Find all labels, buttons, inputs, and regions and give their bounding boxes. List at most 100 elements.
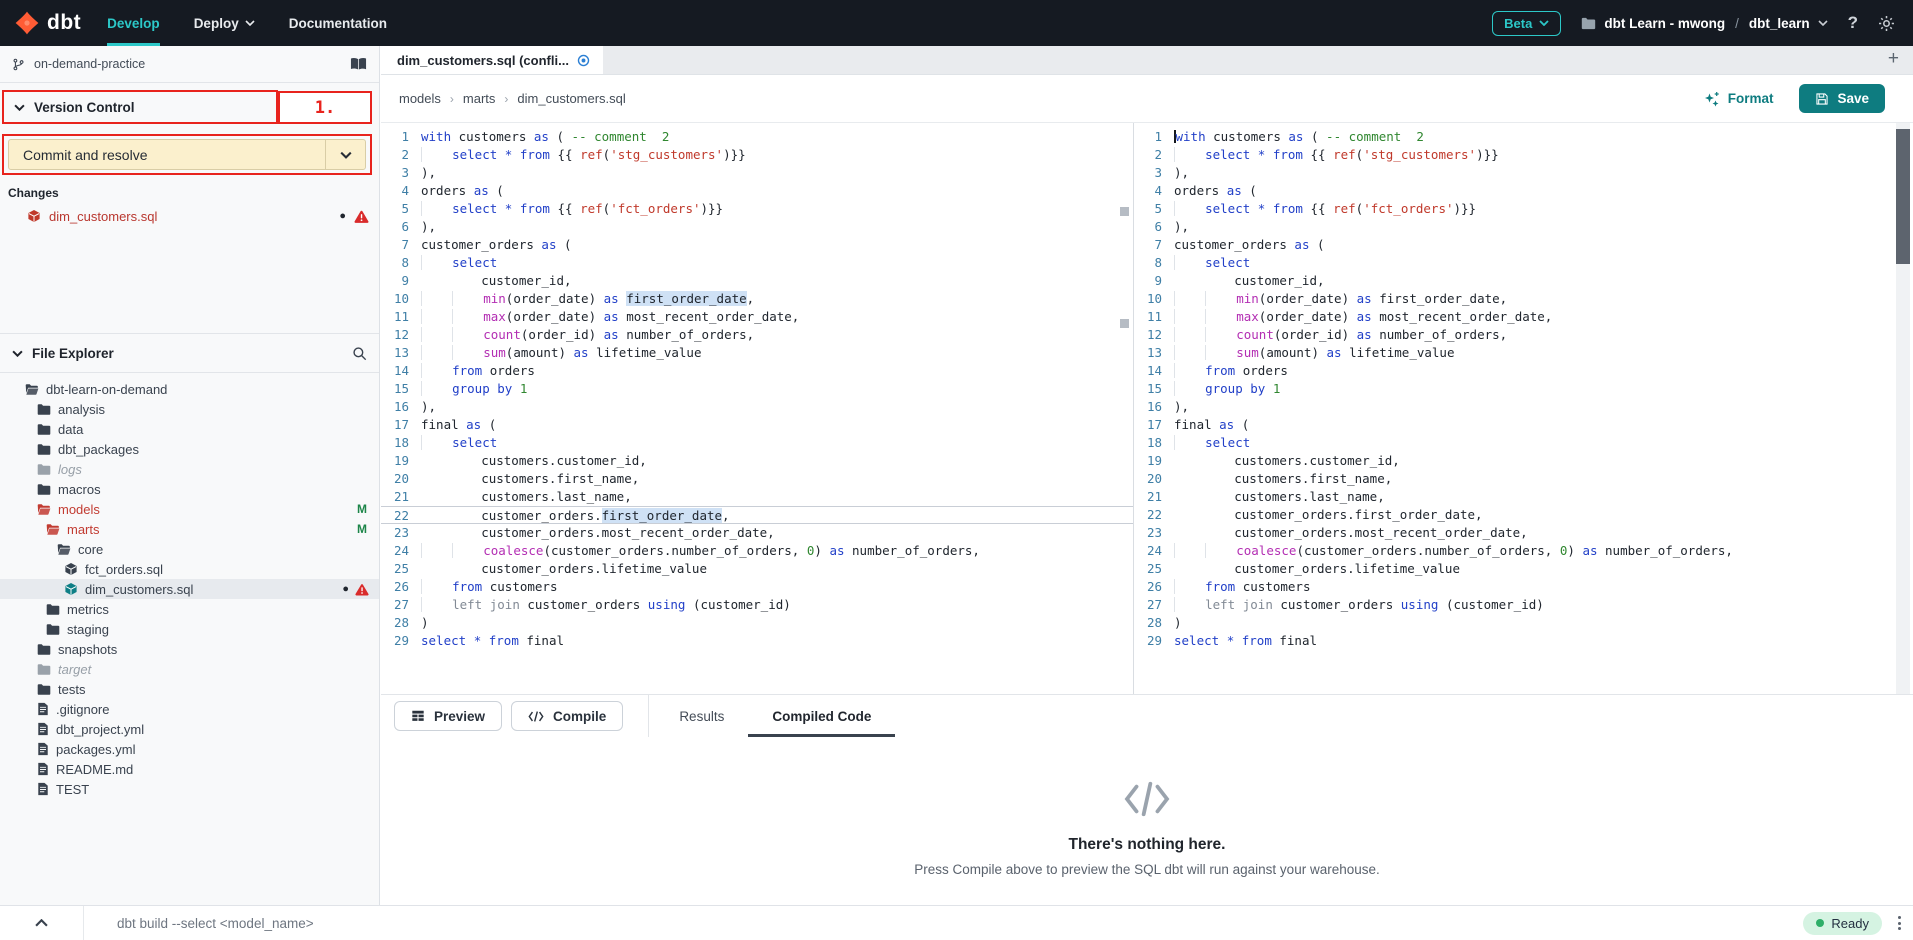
code-line-28[interactable]: 28): [381, 614, 1133, 632]
code-line-22[interactable]: 22 customer_orders.first_order_date,: [381, 506, 1133, 524]
preview-button[interactable]: Preview: [394, 701, 502, 731]
tree-item-metrics[interactable]: metrics: [0, 599, 379, 619]
code-line-5[interactable]: 5 select * from {{ ref('fct_orders')}}: [1134, 200, 1913, 218]
code-line-8[interactable]: 8 select: [381, 254, 1133, 272]
collapse-panel-button[interactable]: [0, 906, 84, 940]
tree-item-target[interactable]: target: [0, 659, 379, 679]
code-line-3[interactable]: 3),: [381, 164, 1133, 182]
code-line-16[interactable]: 16),: [1134, 398, 1913, 416]
tree-item-dbt-learn-on-demand[interactable]: dbt-learn-on-demand: [0, 379, 379, 399]
new-tab-button[interactable]: +: [1888, 48, 1899, 70]
code-line-10[interactable]: 10 min(order_date) as first_order_date,: [381, 290, 1133, 308]
code-line-8[interactable]: 8 select: [1134, 254, 1913, 272]
breadcrumb-marts[interactable]: marts: [463, 91, 496, 106]
tree-item-marts[interactable]: martsM: [0, 519, 379, 539]
code-line-29[interactable]: 29select * from final: [381, 632, 1133, 650]
search-icon[interactable]: [352, 346, 367, 361]
code-line-18[interactable]: 18 select: [381, 434, 1133, 452]
version-control-header[interactable]: Version Control: [2, 90, 278, 124]
code-line-25[interactable]: 25 customer_orders.lifetime_value: [1134, 560, 1913, 578]
code-line-24[interactable]: 24 coalesce(customer_orders.number_of_or…: [1134, 542, 1913, 560]
code-line-19[interactable]: 19 customers.customer_id,: [1134, 452, 1913, 470]
code-line-26[interactable]: 26 from customers: [381, 578, 1133, 596]
code-line-17[interactable]: 17final as (: [381, 416, 1133, 434]
code-line-27[interactable]: 27 left join customer_orders using (cust…: [1134, 596, 1913, 614]
compile-button[interactable]: Compile: [511, 701, 623, 731]
tree-item-dbt_packages[interactable]: dbt_packages: [0, 439, 379, 459]
breadcrumb-models[interactable]: models: [399, 91, 441, 106]
scrollbar-thumb[interactable]: [1896, 129, 1910, 264]
tree-item-README.md[interactable]: README.md: [0, 759, 379, 779]
code-line-28[interactable]: 28): [1134, 614, 1913, 632]
kebab-menu-icon[interactable]: [1898, 916, 1901, 930]
code-line-2[interactable]: 2 select * from {{ ref('stg_customers')}…: [1134, 146, 1913, 164]
code-line-23[interactable]: 23 customer_orders.most_recent_order_dat…: [1134, 524, 1913, 542]
beta-dropdown[interactable]: Beta: [1492, 11, 1561, 36]
code-line-4[interactable]: 4orders as (: [1134, 182, 1913, 200]
editor-pane-left[interactable]: 1with customers as ( -- comment 22 selec…: [381, 123, 1133, 694]
code-line-7[interactable]: 7customer_orders as (: [1134, 236, 1913, 254]
dbt-logo[interactable]: dbt: [0, 0, 107, 46]
tree-item-fct_orders.sql[interactable]: fct_orders.sql: [0, 559, 379, 579]
save-button[interactable]: Save: [1799, 84, 1885, 113]
nav-documentation[interactable]: Documentation: [289, 0, 387, 46]
tab-results[interactable]: Results: [655, 695, 748, 737]
code-line-22[interactable]: 22 customer_orders.first_order_date,: [1134, 506, 1913, 524]
breadcrumb-file[interactable]: dim_customers.sql: [517, 91, 625, 106]
nav-deploy[interactable]: Deploy: [194, 0, 255, 46]
tree-item-dim_customers.sql[interactable]: dim_customers.sql●: [0, 579, 379, 599]
code-line-11[interactable]: 11 max(order_date) as most_recent_order_…: [381, 308, 1133, 326]
code-line-11[interactable]: 11 max(order_date) as most_recent_order_…: [1134, 308, 1913, 326]
tab-compiled-code[interactable]: Compiled Code: [748, 695, 895, 737]
tree-item-snapshots[interactable]: snapshots: [0, 639, 379, 659]
tree-item-TEST[interactable]: TEST: [0, 779, 379, 799]
code-line-21[interactable]: 21 customers.last_name,: [381, 488, 1133, 506]
command-input[interactable]: dbt build --select <model_name>: [117, 916, 314, 931]
code-line-12[interactable]: 12 count(order_id) as number_of_orders,: [381, 326, 1133, 344]
tree-item-.gitignore[interactable]: .gitignore: [0, 699, 379, 719]
code-line-9[interactable]: 9 customer_id,: [1134, 272, 1913, 290]
code-line-20[interactable]: 20 customers.first_name,: [381, 470, 1133, 488]
project-selector[interactable]: dbt Learn - mwong / dbt_learn: [1581, 16, 1827, 31]
help-icon[interactable]: ?: [1848, 13, 1858, 33]
format-button[interactable]: Format: [1704, 91, 1774, 107]
code-line-4[interactable]: 4orders as (: [381, 182, 1133, 200]
code-line-9[interactable]: 9 customer_id,: [381, 272, 1133, 290]
commit-options-caret[interactable]: [325, 140, 365, 169]
code-line-20[interactable]: 20 customers.first_name,: [1134, 470, 1913, 488]
book-icon[interactable]: [350, 57, 367, 71]
tree-item-packages.yml[interactable]: packages.yml: [0, 739, 379, 759]
code-line-25[interactable]: 25 customer_orders.lifetime_value: [381, 560, 1133, 578]
code-line-18[interactable]: 18 select: [1134, 434, 1913, 452]
branch-row[interactable]: on-demand-practice: [0, 46, 379, 83]
tree-item-staging[interactable]: staging: [0, 619, 379, 639]
tree-item-models[interactable]: modelsM: [0, 499, 379, 519]
code-line-1[interactable]: 1with customers as ( -- comment 2: [381, 128, 1133, 146]
file-explorer-header[interactable]: File Explorer: [0, 334, 379, 373]
code-line-13[interactable]: 13 sum(amount) as lifetime_value: [1134, 344, 1913, 362]
code-line-27[interactable]: 27 left join customer_orders using (cust…: [381, 596, 1133, 614]
tree-item-analysis[interactable]: analysis: [0, 399, 379, 419]
nav-develop[interactable]: Develop: [107, 0, 160, 46]
code-line-7[interactable]: 7customer_orders as (: [381, 236, 1133, 254]
code-line-1[interactable]: 1with customers as ( -- comment 2: [1134, 128, 1913, 146]
code-line-5[interactable]: 5 select * from {{ ref('fct_orders')}}: [381, 200, 1133, 218]
code-line-21[interactable]: 21 customers.last_name,: [1134, 488, 1913, 506]
code-line-2[interactable]: 2 select * from {{ ref('stg_customers')}…: [381, 146, 1133, 164]
code-line-12[interactable]: 12 count(order_id) as number_of_orders,: [1134, 326, 1913, 344]
code-line-3[interactable]: 3),: [1134, 164, 1913, 182]
code-line-6[interactable]: 6),: [381, 218, 1133, 236]
tree-item-data[interactable]: data: [0, 419, 379, 439]
code-line-23[interactable]: 23 customer_orders.most_recent_order_dat…: [381, 524, 1133, 542]
code-line-14[interactable]: 14 from orders: [381, 362, 1133, 380]
code-line-15[interactable]: 15 group by 1: [1134, 380, 1913, 398]
changed-file-row[interactable]: dim_customers.sql ●: [0, 205, 379, 227]
code-line-24[interactable]: 24 coalesce(customer_orders.number_of_or…: [381, 542, 1133, 560]
tree-item-macros[interactable]: macros: [0, 479, 379, 499]
code-line-29[interactable]: 29select * from final: [1134, 632, 1913, 650]
code-line-14[interactable]: 14 from orders: [1134, 362, 1913, 380]
tree-item-tests[interactable]: tests: [0, 679, 379, 699]
tree-item-core[interactable]: core: [0, 539, 379, 559]
commit-and-resolve-button[interactable]: Commit and resolve: [8, 139, 366, 170]
code-line-16[interactable]: 16),: [381, 398, 1133, 416]
